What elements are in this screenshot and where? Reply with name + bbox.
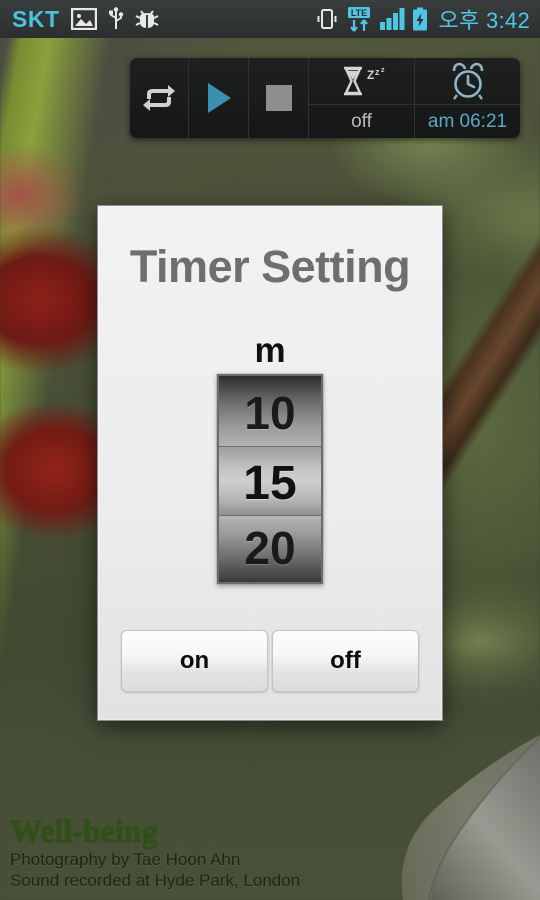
- timer-setting-dialog: Timer Setting m 10 15 20 on off: [97, 205, 443, 721]
- svg-text:Z: Z: [367, 68, 374, 82]
- sleep-timer-state: off: [309, 104, 414, 136]
- battery-charging-icon: [413, 7, 428, 31]
- usb-icon: [108, 7, 123, 29]
- picker-value-previous[interactable]: 10: [219, 376, 321, 446]
- credits-title: Well-being: [10, 812, 158, 849]
- repeat-button[interactable]: [130, 58, 188, 138]
- credits-sound-line: Sound recorded at Hyde Park, London: [10, 871, 301, 891]
- dialog-title: Timer Setting: [129, 241, 411, 292]
- bug-icon: [135, 10, 158, 28]
- alarm-clock-icon: [452, 62, 483, 100]
- status-bar[interactable]: SKT LTE 오후 3:42: [0, 0, 540, 38]
- sleep-timer-icon-wrap: Z z z: [336, 58, 388, 104]
- signal-bars-icon: [380, 8, 405, 30]
- status-bar-right-group: LTE 오후 3:42: [315, 3, 530, 35]
- status-bar-left-group: SKT: [12, 6, 159, 33]
- svg-text:LTE: LTE: [351, 8, 367, 18]
- hourglass-sleep-icon: Z z z: [343, 66, 385, 96]
- sleep-timer-cell[interactable]: Z z z off: [308, 58, 414, 138]
- lte-data-icon: LTE: [348, 7, 371, 32]
- svg-text:z: z: [381, 67, 385, 74]
- screenshot-icon: [70, 8, 97, 30]
- stop-icon: [265, 85, 292, 111]
- svg-text:z: z: [375, 67, 380, 77]
- timer-on-button[interactable]: on: [121, 630, 268, 692]
- wallpaper-credits: Well-being Photography by Tae Hoon Ahn S…: [10, 813, 300, 892]
- status-bar-clock: 오후 3:42: [438, 8, 530, 33]
- timer-off-button[interactable]: off: [272, 630, 419, 692]
- picker-value-selected[interactable]: 15: [219, 446, 321, 516]
- repeat-icon: [143, 85, 175, 111]
- vibrate-icon: [317, 9, 337, 29]
- stop-button[interactable]: [248, 58, 308, 138]
- carrier-label: SKT: [12, 5, 60, 32]
- unit-label-minutes: m: [254, 331, 286, 370]
- play-icon: [207, 83, 231, 113]
- alarm-time-label: am 06:21: [415, 104, 520, 136]
- alarm-icon-wrap: [447, 58, 489, 104]
- picker-value-next[interactable]: 20: [219, 516, 321, 582]
- media-player-widget[interactable]: Z z z off am 06:21: [130, 58, 520, 138]
- credits-photography-line: Photography by Tae Hoon Ahn: [10, 849, 241, 869]
- minutes-number-picker[interactable]: 10 15 20: [217, 374, 323, 584]
- dialog-button-row: on off: [121, 630, 419, 692]
- alarm-cell[interactable]: am 06:21: [414, 58, 520, 138]
- play-button[interactable]: [188, 58, 248, 138]
